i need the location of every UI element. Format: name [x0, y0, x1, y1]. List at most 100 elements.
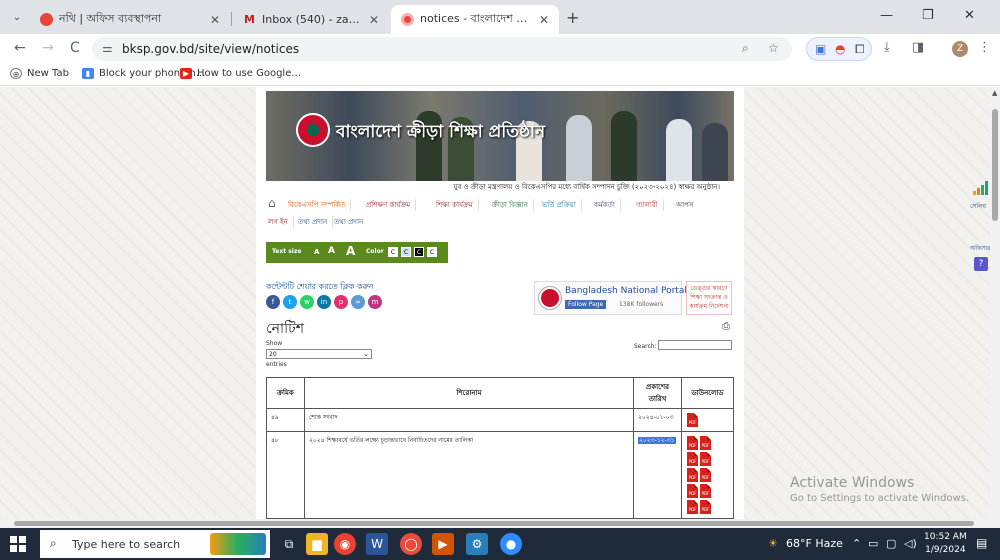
pdf-download-icon[interactable]: PDF: [700, 500, 711, 514]
nav-login[interactable]: লগ ইন: [268, 216, 294, 228]
close-icon[interactable]: ✕: [369, 13, 379, 27]
messenger-share-icon[interactable]: m: [368, 295, 382, 309]
bookmark-star-icon[interactable]: ☆: [768, 41, 779, 55]
color-swatch-blue[interactable]: C: [401, 247, 411, 257]
tray-chevron-up-icon[interactable]: ⌃: [852, 537, 861, 550]
weather-text[interactable]: 68°F Haze: [786, 537, 843, 550]
close-icon[interactable]: ✕: [210, 13, 220, 27]
whatsapp-share-icon[interactable]: w: [300, 295, 314, 309]
nav-info-2[interactable]: তথ্য প্রদান: [334, 216, 368, 228]
chrome-icon[interactable]: ◉: [334, 533, 356, 555]
linkedin-share-icon[interactable]: in: [317, 295, 331, 309]
zoom-icon[interactable]: ⌕: [742, 41, 749, 56]
extension-pokeball-icon[interactable]: ◓: [835, 42, 845, 56]
pdf-download-icon[interactable]: PDF: [700, 452, 711, 466]
link-share-icon[interactable]: ∞: [351, 295, 365, 309]
pdf-download-icon[interactable]: PDF: [700, 436, 711, 450]
search-input[interactable]: [658, 340, 732, 350]
help-icon[interactable]: ?: [974, 257, 988, 271]
text-size-medium-button[interactable]: A: [328, 246, 335, 256]
entries-per-page-select[interactable]: 20 ⌄: [266, 349, 372, 359]
pdf-download-icon[interactable]: PDF: [687, 413, 698, 427]
restore-button[interactable]: ❐: [922, 8, 934, 23]
window-close-button[interactable]: ✕: [964, 8, 975, 23]
widget-label-mid[interactable]: অফিসার: [970, 243, 990, 254]
nav-training[interactable]: প্রশিক্ষণ কার্যক্রম: [366, 199, 417, 211]
word-icon[interactable]: W: [366, 533, 388, 555]
text-size-large-button[interactable]: A: [346, 244, 355, 258]
color-swatch-default[interactable]: C: [427, 247, 437, 257]
opera-icon[interactable]: ◯: [400, 533, 422, 555]
pdf-download-icon[interactable]: PDF: [687, 436, 698, 450]
bookmark-new-tab[interactable]: ⊕ New Tab: [10, 68, 69, 79]
taskbar-search[interactable]: ⌕ Type here to search: [40, 530, 270, 558]
nav-sports-science[interactable]: ক্রীড়া বিজ্ঞান: [492, 199, 534, 211]
home-icon[interactable]: ⌂: [268, 196, 276, 210]
row-title[interactable]: ২০২৪ শিক্ষাবর্ষে ভর্তির লক্ষ্যে চূড়ান্ত…: [304, 431, 634, 519]
nav-admission[interactable]: ভর্তি প্রক্রিয়া: [542, 199, 582, 211]
pdf-download-icon[interactable]: PDF: [687, 500, 698, 514]
nav-about[interactable]: বিকেএসপি সম্পর্কিত: [288, 199, 352, 211]
pinterest-share-icon[interactable]: p: [334, 295, 348, 309]
tab-search-icon[interactable]: ⌄: [8, 9, 26, 27]
windows-start-icon[interactable]: [10, 536, 26, 552]
app-settings-icon[interactable]: ⚙: [466, 533, 488, 555]
close-icon[interactable]: ✕: [539, 13, 549, 27]
column-title[interactable]: শিরোনাম: [304, 377, 634, 409]
national-portal-title[interactable]: Bangladesh National Portal: [565, 286, 687, 296]
pdf-download-icon[interactable]: PDF: [700, 468, 711, 482]
back-button[interactable]: ←: [14, 40, 26, 56]
profile-avatar[interactable]: Z: [952, 41, 968, 57]
volume-icon[interactable]: ◁): [904, 537, 917, 550]
tab-nothi[interactable]: নথি | অফিস ব্যবস্থাপনা ✕: [30, 5, 230, 34]
text-size-small-button[interactable]: A: [314, 248, 319, 256]
display-icon[interactable]: ▢: [886, 537, 896, 550]
vertical-scrollbar[interactable]: ▲: [990, 87, 1000, 519]
nav-gallery[interactable]: গ্যালারী: [636, 199, 664, 211]
facebook-share-icon[interactable]: f: [266, 295, 280, 309]
nav-info-1[interactable]: তথ্য প্রদান: [298, 216, 334, 228]
horizontal-scroll-thumb[interactable]: [14, 521, 974, 526]
minimize-button[interactable]: —: [880, 8, 893, 23]
url-text[interactable]: bksp.gov.bd/site/view/notices: [122, 42, 299, 56]
reload-button[interactable]: C: [70, 40, 80, 56]
extension-translate-icon[interactable]: ▣: [815, 42, 826, 56]
print-icon[interactable]: ⎙: [722, 321, 730, 332]
task-view-icon[interactable]: ⧉: [278, 533, 300, 555]
network-icon[interactable]: ▭: [868, 537, 878, 550]
download-icon[interactable]: ⤓: [884, 40, 890, 55]
notification-icon[interactable]: ▤: [976, 536, 987, 550]
media-app-icon[interactable]: ▶: [432, 533, 454, 555]
vertical-scroll-thumb[interactable]: [992, 109, 998, 221]
pdf-download-icon[interactable]: PDF: [700, 484, 711, 498]
signal-bars-icon[interactable]: [973, 181, 988, 195]
widget-label-top[interactable]: সেলিম: [970, 201, 986, 212]
column-serial[interactable]: ক্রমিক: [266, 377, 305, 409]
dengue-notice-link[interactable]: ডেঙ্গুর কারণে শিক্ষা সংক্রান্ত ও কার্যক্…: [686, 281, 732, 315]
column-download[interactable]: ডাউনলোড: [681, 377, 734, 409]
side-panel-icon[interactable]: ◨: [912, 40, 924, 55]
nav-education[interactable]: শিক্ষা কার্যক্রম: [436, 199, 479, 211]
pdf-download-icon[interactable]: PDF: [687, 468, 698, 482]
menu-kebab-icon[interactable]: ⋮: [978, 40, 991, 55]
scroll-up-icon[interactable]: ▲: [992, 89, 997, 97]
file-explorer-icon[interactable]: ▆: [306, 533, 328, 555]
tab-notices[interactable]: notices - বাংলাদেশ ক্রীড়া শিক্ষা ✕: [391, 5, 559, 34]
extensions-puzzle-icon[interactable]: ⧠: [855, 42, 865, 57]
forward-button[interactable]: →: [42, 40, 54, 56]
national-portal-widget[interactable]: Bangladesh National Portal Follow Page 1…: [534, 281, 687, 315]
horizontal-scrollbar[interactable]: [0, 519, 1000, 528]
color-swatch-white[interactable]: C: [388, 247, 398, 257]
color-swatch-black[interactable]: C: [414, 247, 424, 257]
site-info-icon[interactable]: ⚌: [102, 41, 113, 55]
zoom-icon[interactable]: ●: [500, 533, 522, 555]
system-clock[interactable]: 10:52 AM 1/9/2024: [924, 531, 967, 557]
pdf-download-icon[interactable]: PDF: [687, 452, 698, 466]
row-title[interactable]: শোক সংবাদ: [304, 408, 634, 432]
bookmark-google-help[interactable]: ▶ How to use Google...: [180, 68, 301, 79]
twitter-share-icon[interactable]: t: [283, 295, 297, 309]
address-bar[interactable]: ⚌ bksp.gov.bd/site/view/notices ⌕ ☆: [92, 37, 792, 61]
pdf-download-icon[interactable]: PDF: [687, 484, 698, 498]
follow-page-button[interactable]: Follow Page: [565, 300, 607, 309]
nav-apps[interactable]: আপস: [676, 199, 699, 211]
